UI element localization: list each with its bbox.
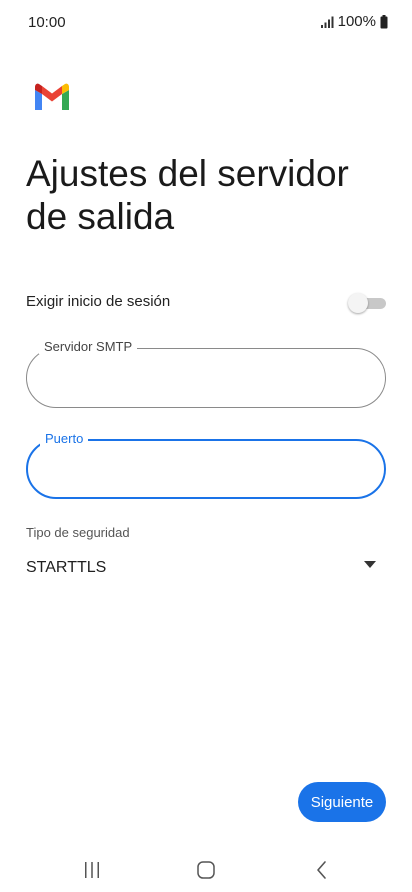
recents-button[interactable] [72,856,112,884]
battery-icon [380,14,388,28]
security-type-dropdown[interactable]: STARTTLS [26,552,386,584]
page-title: Ajustes del servidor de salida [26,153,349,237]
port-input[interactable] [46,457,366,483]
status-right: 100% [320,13,388,30]
port-field[interactable]: Puerto [26,431,386,499]
battery-percent: 100% [337,13,376,30]
back-button[interactable] [302,856,342,884]
smtp-server-field[interactable]: Servidor SMTP [26,339,386,408]
security-type-value: STARTTLS [26,559,107,576]
signal-icon [320,16,334,28]
home-button[interactable] [186,856,226,884]
require-signin-label: Exigir inicio de sesión [26,293,171,310]
status-time: 10:00 [28,14,66,31]
dropdown-arrow-icon [364,561,376,568]
navigation-bar [0,848,412,892]
screen: 10:00 100% Ajustes del servidor de salid… [0,0,412,892]
require-signin-toggle[interactable] [348,293,386,313]
toggle-thumb [348,293,368,313]
port-label: Puerto [40,431,89,446]
status-bar: 10:00 100% [0,0,412,44]
smtp-server-input[interactable] [45,365,365,391]
recents-icon [85,862,99,878]
gmail-logo-icon [35,83,69,110]
back-icon [317,861,326,879]
smtp-server-label: Servidor SMTP [39,339,138,354]
home-icon [197,861,215,879]
next-button[interactable]: Siguiente [298,782,386,822]
security-type-label: Tipo de seguridad [26,525,130,540]
require-signin-row: Exigir inicio de sesión [26,289,386,317]
